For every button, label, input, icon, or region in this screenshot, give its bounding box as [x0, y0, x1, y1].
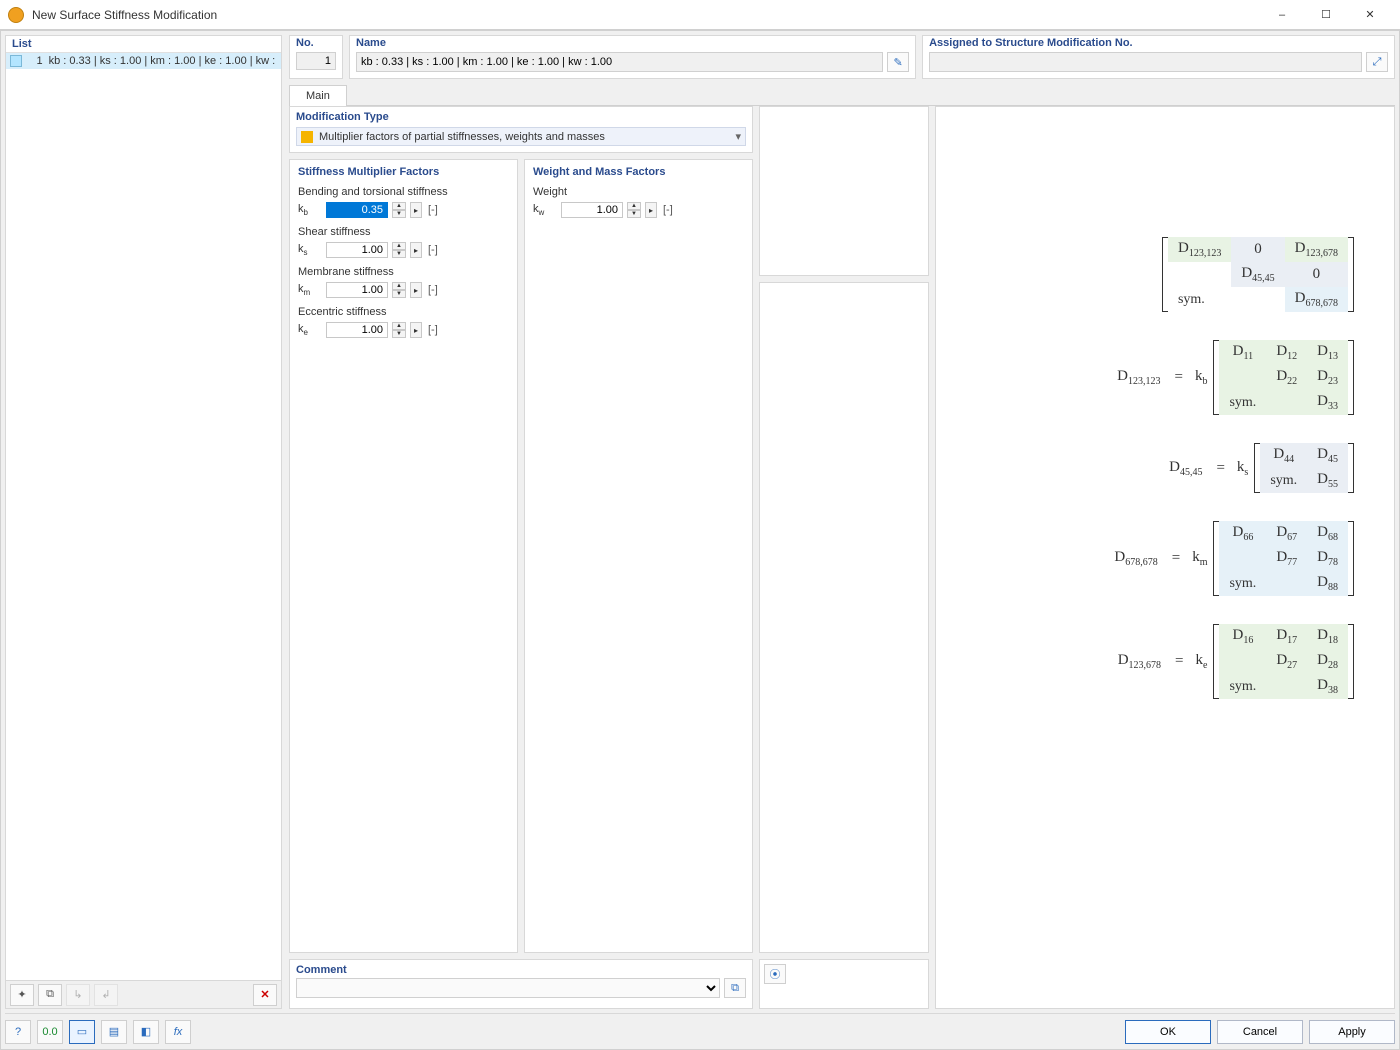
- function-button[interactable]: fх: [165, 1020, 191, 1044]
- window-title: New Surface Stiffness Modification: [32, 8, 1260, 22]
- ke-unit: [-]: [428, 324, 438, 336]
- stiffness-factors-panel: Stiffness Multiplier Factors Bending and…: [289, 159, 518, 953]
- edit-name-button[interactable]: ✎: [887, 52, 909, 72]
- toolbar-button-3[interactable]: ↳: [66, 984, 90, 1006]
- ks-menu-button[interactable]: ▸: [410, 242, 422, 258]
- view-button-2[interactable]: ▤: [101, 1020, 127, 1044]
- aux-panel-top: [759, 106, 929, 276]
- name-input[interactable]: [356, 52, 883, 72]
- weight-label: Weight: [533, 186, 744, 198]
- assigned-label: Assigned to Structure Modification No.: [923, 36, 1394, 50]
- kb-input[interactable]: [326, 202, 388, 218]
- bottom-toolbar: ? 0.0 ▭ ▤ ◧ fх OK Cancel Apply: [5, 1013, 1395, 1045]
- units-button[interactable]: 0.0: [37, 1020, 63, 1044]
- number-input[interactable]: [296, 52, 336, 70]
- shear-label: Shear stiffness: [298, 226, 509, 238]
- aux-icon-button[interactable]: ⦿: [764, 964, 786, 984]
- list-item-text: kb : 0.33 | ks : 1.00 | km : 1.00 | ke :…: [49, 55, 277, 67]
- assigned-panel: Assigned to Structure Modification No. ⤢: [922, 35, 1395, 79]
- view-button-1[interactable]: ▭: [69, 1020, 95, 1044]
- name-panel: Name ✎: [349, 35, 916, 79]
- maximize-button[interactable]: ☐: [1304, 1, 1348, 29]
- list-header: List: [6, 36, 281, 53]
- new-item-button[interactable]: ✦: [10, 984, 34, 1006]
- list-toolbar: ✦ ⧉ ↳ ↲ ✕: [5, 981, 282, 1009]
- modification-type-panel: Modification Type Multiplier factors of …: [289, 106, 753, 153]
- matrix-ke: D16D17D18 D27D28 sym.D38: [1219, 624, 1348, 699]
- number-panel: No.: [289, 35, 343, 79]
- km-menu-button[interactable]: ▸: [410, 282, 422, 298]
- modification-type-value: Multiplier factors of partial stiffnesse…: [319, 131, 735, 143]
- matrix-kb: D11D12D13 D22D23 sym.D33: [1219, 340, 1348, 415]
- weight-header: Weight and Mass Factors: [533, 166, 744, 178]
- ks-unit: [-]: [428, 244, 438, 256]
- kw-input[interactable]: [561, 202, 623, 218]
- kb-unit: [-]: [428, 204, 438, 216]
- number-label: No.: [290, 36, 342, 50]
- ke-label: ke: [298, 323, 322, 337]
- aux-panel-mid: [759, 282, 929, 953]
- km-label: km: [298, 283, 322, 297]
- membrane-label: Membrane stiffness: [298, 266, 509, 278]
- comment-label: Comment: [296, 964, 746, 976]
- ke-spinner[interactable]: ▲▼: [392, 322, 406, 338]
- km-spinner[interactable]: ▲▼: [392, 282, 406, 298]
- list-panel: List 1 kb : 0.33 | ks : 1.00 | km : 1.00…: [5, 35, 282, 981]
- ks-input[interactable]: [326, 242, 388, 258]
- kb-menu-button[interactable]: ▸: [410, 202, 422, 218]
- comment-panel: Comment ⧉: [289, 959, 753, 1009]
- close-button[interactable]: ✕: [1348, 1, 1392, 29]
- kw-label: kw: [533, 203, 557, 217]
- copy-item-button[interactable]: ⧉: [38, 984, 62, 1006]
- help-button[interactable]: ?: [5, 1020, 31, 1044]
- kw-unit: [-]: [663, 204, 673, 216]
- view-button-3[interactable]: ◧: [133, 1020, 159, 1044]
- delete-item-button[interactable]: ✕: [253, 984, 277, 1006]
- aux-panel-bottom: ⦿: [759, 959, 929, 1009]
- comment-combo[interactable]: [296, 978, 720, 998]
- kb-label: kb: [298, 203, 322, 217]
- km-input[interactable]: [326, 282, 388, 298]
- modification-type-combo[interactable]: Multiplier factors of partial stiffnesse…: [296, 127, 746, 146]
- assigned-pick-button[interactable]: ⤢: [1366, 52, 1388, 72]
- chevron-down-icon: ▾: [735, 130, 741, 143]
- matrix-km: D66D67D68 D77D78 sym.D88: [1219, 521, 1348, 596]
- eccentric-label: Eccentric stiffness: [298, 306, 509, 318]
- name-label: Name: [350, 36, 915, 50]
- ks-label: ks: [298, 243, 322, 257]
- formula-panel: D123,1230D123,678 D45,450 sym.D678,678 D…: [935, 106, 1395, 1009]
- assigned-input[interactable]: [929, 52, 1362, 72]
- matrix-ks: D44D45 sym.D55: [1260, 443, 1348, 493]
- ke-menu-button[interactable]: ▸: [410, 322, 422, 338]
- cancel-button[interactable]: Cancel: [1217, 1020, 1303, 1044]
- bending-label: Bending and torsional stiffness: [298, 186, 509, 198]
- apply-button[interactable]: Apply: [1309, 1020, 1395, 1044]
- title-bar: New Surface Stiffness Modification – ☐ ✕: [0, 0, 1400, 30]
- modtype-color-swatch: [301, 131, 313, 143]
- kw-menu-button[interactable]: ▸: [645, 202, 657, 218]
- modification-type-label: Modification Type: [296, 111, 746, 123]
- ok-button[interactable]: OK: [1125, 1020, 1211, 1044]
- list-item-number: 1: [28, 55, 43, 67]
- minimize-button[interactable]: –: [1260, 1, 1304, 29]
- ke-input[interactable]: [326, 322, 388, 338]
- weight-factors-panel: Weight and Mass Factors Weight kw ▲▼ ▸ […: [524, 159, 753, 953]
- stiffness-header: Stiffness Multiplier Factors: [298, 166, 509, 178]
- ks-spinner[interactable]: ▲▼: [392, 242, 406, 258]
- comment-edit-button[interactable]: ⧉: [724, 978, 746, 998]
- kb-spinner[interactable]: ▲▼: [392, 202, 406, 218]
- kw-spinner[interactable]: ▲▼: [627, 202, 641, 218]
- km-unit: [-]: [428, 284, 438, 296]
- matrix-composite: D123,1230D123,678 D45,450 sym.D678,678: [1168, 237, 1348, 312]
- toolbar-button-4[interactable]: ↲: [94, 984, 118, 1006]
- tab-main[interactable]: Main: [289, 85, 347, 106]
- list-item[interactable]: 1 kb : 0.33 | ks : 1.00 | km : 1.00 | ke…: [6, 53, 281, 69]
- list-color-swatch: [10, 55, 22, 67]
- app-icon: [8, 7, 24, 23]
